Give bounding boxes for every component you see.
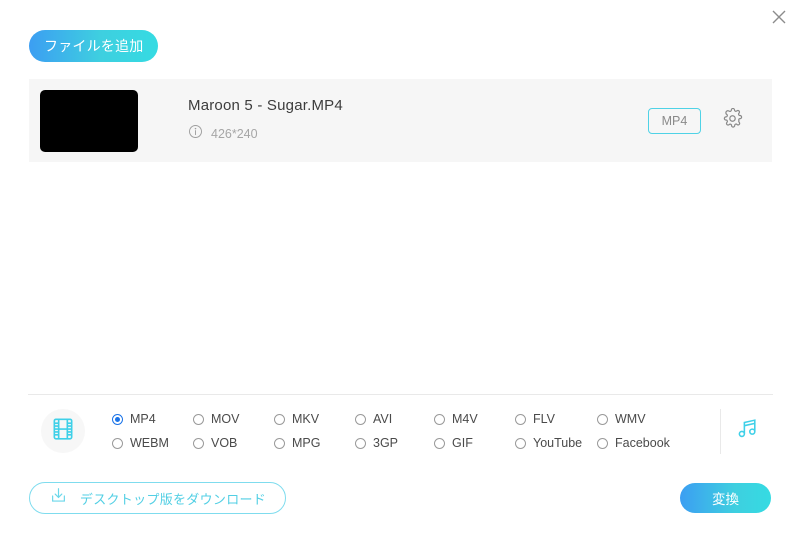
format-option-3gp[interactable]: 3GP — [355, 436, 434, 450]
audio-category-button[interactable] — [721, 416, 773, 446]
radio-icon — [355, 413, 366, 425]
format-option-gif[interactable]: GIF — [434, 436, 515, 450]
format-option-flv[interactable]: FLV — [515, 412, 597, 426]
format-radio-group: MP4 MOV MKV AVI M4V FLV WMV WEBM VOB MPG… — [112, 407, 720, 455]
gear-icon — [722, 107, 743, 134]
download-icon — [49, 486, 68, 510]
file-meta: Maroon 5 - Sugar.MP4 426*240 — [188, 97, 648, 144]
radio-icon — [355, 437, 366, 449]
video-thumbnail — [40, 89, 138, 152]
format-option-youtube[interactable]: YouTube — [515, 436, 597, 450]
settings-button[interactable] — [719, 107, 745, 134]
add-file-label: ファイルを追加 — [44, 38, 144, 54]
output-format-badge[interactable]: MP4 — [648, 107, 701, 134]
info-icon — [188, 124, 203, 144]
file-subinfo: 426*240 — [188, 124, 648, 144]
add-file-button[interactable]: ファイルを追加 — [29, 30, 159, 62]
format-option-mov[interactable]: MOV — [193, 412, 274, 426]
radio-icon — [274, 413, 285, 425]
radio-icon — [112, 413, 123, 425]
format-option-mkv[interactable]: MKV — [274, 412, 355, 426]
format-option-vob[interactable]: VOB — [193, 436, 274, 450]
radio-icon — [112, 437, 123, 449]
download-desktop-label: デスクトップ版をダウンロード — [79, 491, 267, 507]
download-desktop-button[interactable]: デスクトップ版をダウンロード — [29, 482, 286, 514]
radio-icon — [193, 437, 204, 449]
file-name: Maroon 5 - Sugar.MP4 — [188, 97, 343, 114]
radio-icon — [434, 413, 445, 425]
close-icon — [771, 9, 787, 25]
film-strip-icon — [50, 416, 76, 447]
format-option-avi[interactable]: AVI — [355, 412, 434, 426]
convert-button[interactable]: 変換 — [680, 483, 771, 513]
format-selection-bar: MP4 MOV MKV AVI M4V FLV WMV WEBM VOB MPG… — [28, 398, 773, 464]
format-option-facebook[interactable]: Facebook — [597, 436, 687, 450]
radio-icon — [274, 437, 285, 449]
radio-icon — [597, 413, 608, 425]
video-category-button[interactable] — [41, 409, 85, 453]
file-list-item[interactable]: Maroon 5 - Sugar.MP4 426*240 MP4 — [29, 79, 772, 162]
format-option-webm[interactable]: WEBM — [112, 436, 193, 450]
radio-icon — [434, 437, 445, 449]
format-option-mp4[interactable]: MP4 — [112, 412, 193, 426]
convert-label: 変換 — [712, 492, 739, 507]
radio-icon — [515, 437, 526, 449]
radio-icon — [515, 413, 526, 425]
format-option-m4v[interactable]: M4V — [434, 412, 515, 426]
format-option-mpg[interactable]: MPG — [274, 436, 355, 450]
format-option-wmv[interactable]: WMV — [597, 412, 687, 426]
converter-window: ファイルを追加 Maroon 5 - Sugar.MP4 426*240 MP4 — [0, 0, 800, 544]
radio-icon — [193, 413, 204, 425]
radio-icon — [597, 437, 608, 449]
file-resolution: 426*240 — [211, 127, 258, 141]
format-bar-divider — [28, 394, 773, 395]
close-button[interactable] — [766, 4, 792, 30]
music-note-icon — [735, 416, 760, 446]
